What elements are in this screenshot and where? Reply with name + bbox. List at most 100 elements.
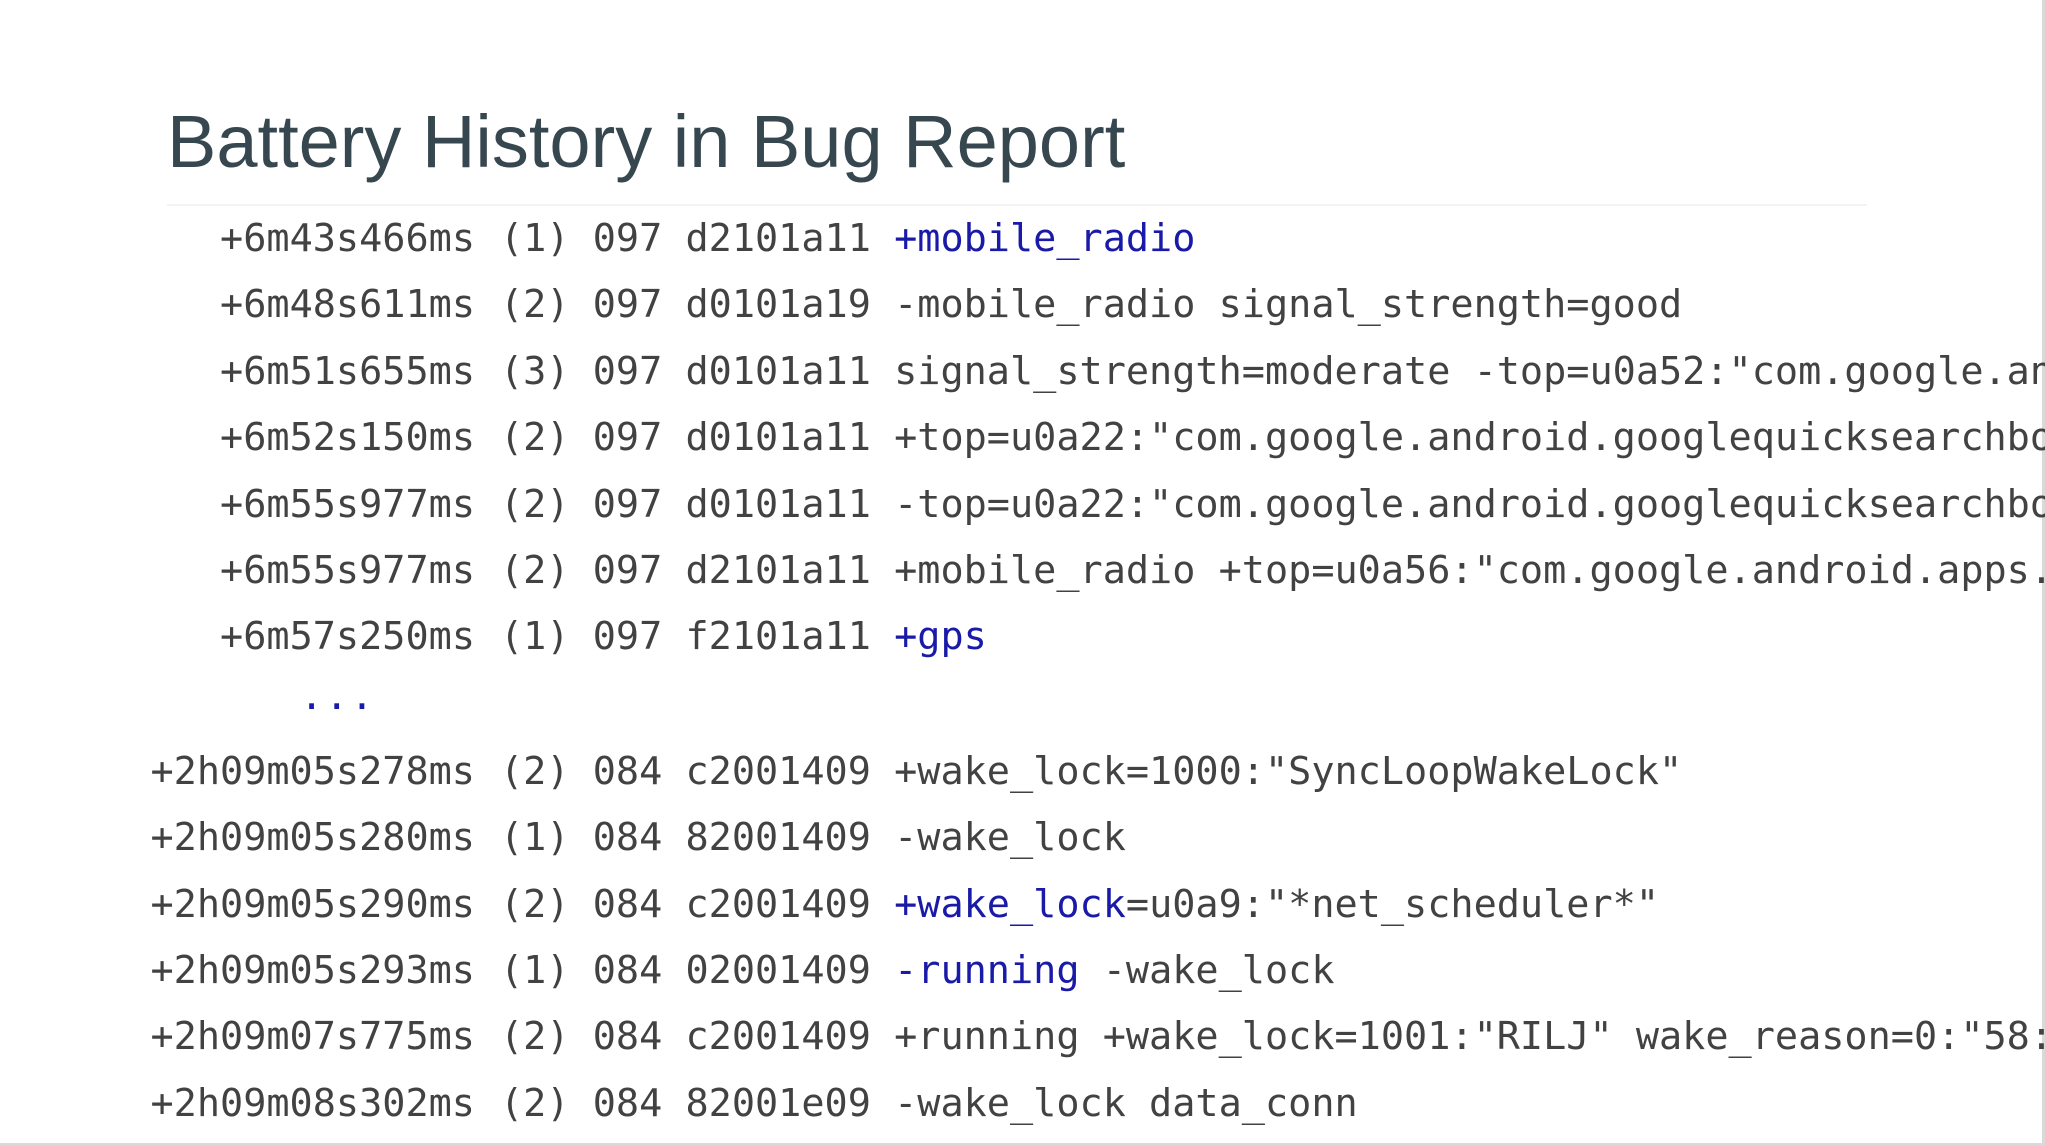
log-line: +2h09m05s290ms (2) 084 c2001409 +wake_loc… xyxy=(0,872,2045,938)
log-timestamp: +6m57s250ms xyxy=(220,614,475,660)
log-event: -mobile_radio signal_strength=good xyxy=(894,282,1683,328)
log-line: +6m57s250ms (1) 097 f2101a11 +gps xyxy=(0,604,2045,670)
log-battery-level: 097 xyxy=(592,481,663,527)
log-details: (3) 097 d0101a11 signal_strength=moderat… xyxy=(500,339,2045,405)
slide-title: Battery History in Bug Report xyxy=(167,100,1126,183)
log-details: (2) 084 82001e09 -wake_lock data_conn xyxy=(500,1071,1358,1137)
log-timestamp: +6m48s611ms xyxy=(220,282,475,328)
log-battery-level: 097 xyxy=(592,348,663,394)
log-count: (1) xyxy=(500,947,570,993)
log-event: -wake_lock xyxy=(894,815,1126,861)
log-timestamp: +2h09m05s278ms xyxy=(150,748,475,794)
slide: Battery History in Bug Report +6m43s466m… xyxy=(0,0,2045,1146)
log-timestamp: +6m55s977ms xyxy=(220,547,475,593)
log-state-flags: c2001409 xyxy=(685,881,871,927)
log-state-flags: c2001409 xyxy=(685,1014,871,1060)
log-details: (1) 084 82001409 -wake_lock xyxy=(500,805,1126,871)
log-event: +running +wake_lock=1001:"RILJ" wake_rea… xyxy=(894,1014,2045,1060)
log-details: (2) 097 d0101a11 +top=u0a22:"com.google.… xyxy=(500,405,2045,471)
log-state-flags: d0101a11 xyxy=(685,348,871,394)
log-battery-level: 084 xyxy=(592,748,663,794)
log-battery-level: 097 xyxy=(592,547,663,593)
log-block-bottom: +2h09m05s278ms (2) 084 c2001409 +wake_loc… xyxy=(0,739,2045,1137)
log-count: (2) xyxy=(500,415,570,461)
log-event: +wake_lock=1000:"SyncLoopWakeLock" xyxy=(894,748,1683,794)
battery-history-log: +6m43s466ms (1) 097 d2101a11 +mobile_radi… xyxy=(0,206,2045,1137)
log-state-flags: d0101a11 xyxy=(685,481,871,527)
log-line: +2h09m08s302ms (2) 084 82001e09 -wake_loc… xyxy=(0,1071,2045,1137)
log-timestamp: +6m43s466ms xyxy=(220,216,475,261)
log-line: +6m55s977ms (2) 097 d0101a11 -top=u0a22:"… xyxy=(0,472,2045,538)
log-line: +2h09m07s775ms (2) 084 c2001409 +running … xyxy=(0,1004,2045,1070)
log-details: (2) 097 d0101a11 -top=u0a22:"com.google.… xyxy=(500,472,2045,538)
log-battery-level: 084 xyxy=(592,1080,663,1126)
log-count: (2) xyxy=(500,748,570,794)
log-battery-level: 084 xyxy=(592,881,663,927)
log-battery-level: 084 xyxy=(592,815,663,861)
log-count: (2) xyxy=(500,282,570,328)
log-state-flags: d2101a11 xyxy=(685,216,871,261)
log-timestamp: +6m51s655ms xyxy=(220,348,475,394)
log-details: (1) 084 02001409 -running -wake_lock xyxy=(500,938,1335,1004)
log-state-flags: f2101a11 xyxy=(685,614,871,660)
log-battery-level: 097 xyxy=(592,216,663,261)
log-count: (2) xyxy=(500,881,570,927)
log-details: (1) 097 d2101a11 +mobile_radio xyxy=(500,206,1195,272)
log-details: (2) 084 c2001409 +wake_lock=u0a9:"*net_s… xyxy=(500,872,1659,938)
log-timestamp: +6m52s150ms xyxy=(220,415,475,461)
log-timestamp: +6m55s977ms xyxy=(220,481,475,527)
log-count: (1) xyxy=(500,216,570,261)
log-timestamp: +2h09m05s293ms xyxy=(150,947,475,993)
log-timestamp: +2h09m05s290ms xyxy=(150,881,475,927)
log-event: -top=u0a22:"com.google.android.googlequi… xyxy=(894,481,2045,527)
log-battery-level: 097 xyxy=(592,282,663,328)
log-state-flags: 82001e09 xyxy=(685,1080,871,1126)
log-timestamp: +2h09m05s280ms xyxy=(150,815,475,861)
log-count: (2) xyxy=(500,1014,570,1060)
log-battery-level: 084 xyxy=(592,1014,663,1060)
log-event-highlighted: +wake_lock xyxy=(894,881,1126,927)
log-event-highlighted: +gps xyxy=(894,614,987,660)
log-battery-level: 097 xyxy=(592,614,663,660)
log-details: (2) 097 d2101a11 +mobile_radio +top=u0a5… xyxy=(500,538,2045,604)
log-line: +2h09m05s293ms (1) 084 02001409 -running … xyxy=(0,938,2045,1004)
log-line: +2h09m05s278ms (2) 084 c2001409 +wake_loc… xyxy=(0,739,2045,805)
log-details: (2) 084 c2001409 +wake_lock=1000:"SyncLo… xyxy=(500,739,1682,805)
log-line: +2h09m05s280ms (1) 084 82001409 -wake_loc… xyxy=(0,805,2045,871)
log-state-flags: c2001409 xyxy=(685,748,871,794)
log-event: +top=u0a22:"com.google.android.googlequi… xyxy=(894,415,2045,461)
ellipsis-row: ... xyxy=(0,671,2045,739)
log-line: +6m52s150ms (2) 097 d0101a11 +top=u0a22:"… xyxy=(0,405,2045,471)
log-event: =u0a9:"*net_scheduler*" xyxy=(1125,881,1660,927)
log-details: (2) 084 c2001409 +running +wake_lock=100… xyxy=(500,1004,2045,1070)
log-count: (3) xyxy=(500,348,570,394)
log-line: +6m55s977ms (2) 097 d2101a11 +mobile_radi… xyxy=(0,538,2045,604)
log-details: (1) 097 f2101a11 +gps xyxy=(500,604,987,670)
log-details: (2) 097 d0101a19 -mobile_radio signal_st… xyxy=(500,272,1682,338)
ellipsis: ... xyxy=(300,673,376,719)
log-state-flags: d0101a19 xyxy=(685,282,871,328)
log-event: -wake_lock xyxy=(1079,947,1335,993)
log-state-flags: 82001409 xyxy=(685,815,871,861)
log-state-flags: d0101a11 xyxy=(685,415,871,461)
log-event-highlighted: +mobile_radio xyxy=(894,216,1196,261)
log-count: (1) xyxy=(500,614,570,660)
log-state-flags: d2101a11 xyxy=(685,547,871,593)
log-block-top: +6m43s466ms (1) 097 d2101a11 +mobile_radi… xyxy=(0,206,2045,671)
log-battery-level: 084 xyxy=(592,947,663,993)
log-line: +6m51s655ms (3) 097 d0101a11 signal_stren… xyxy=(0,339,2045,405)
log-timestamp: +2h09m08s302ms xyxy=(150,1080,475,1126)
log-state-flags: 02001409 xyxy=(685,947,871,993)
log-count: (1) xyxy=(500,815,570,861)
log-count: (2) xyxy=(500,481,570,527)
log-event-highlighted: -running xyxy=(894,947,1080,993)
log-timestamp: +2h09m07s775ms xyxy=(150,1014,475,1060)
log-count: (2) xyxy=(500,1080,570,1126)
log-count: (2) xyxy=(500,547,570,593)
log-event: -wake_lock data_conn xyxy=(894,1080,1358,1126)
log-event: signal_strength=moderate -top=u0a52:"com… xyxy=(894,348,2045,394)
log-battery-level: 097 xyxy=(592,415,663,461)
log-line: +6m48s611ms (2) 097 d0101a19 -mobile_radi… xyxy=(0,272,2045,338)
log-line: +6m43s466ms (1) 097 d2101a11 +mobile_radi… xyxy=(0,206,2045,272)
log-event: +mobile_radio +top=u0a56:"com.google.and… xyxy=(894,547,2045,593)
